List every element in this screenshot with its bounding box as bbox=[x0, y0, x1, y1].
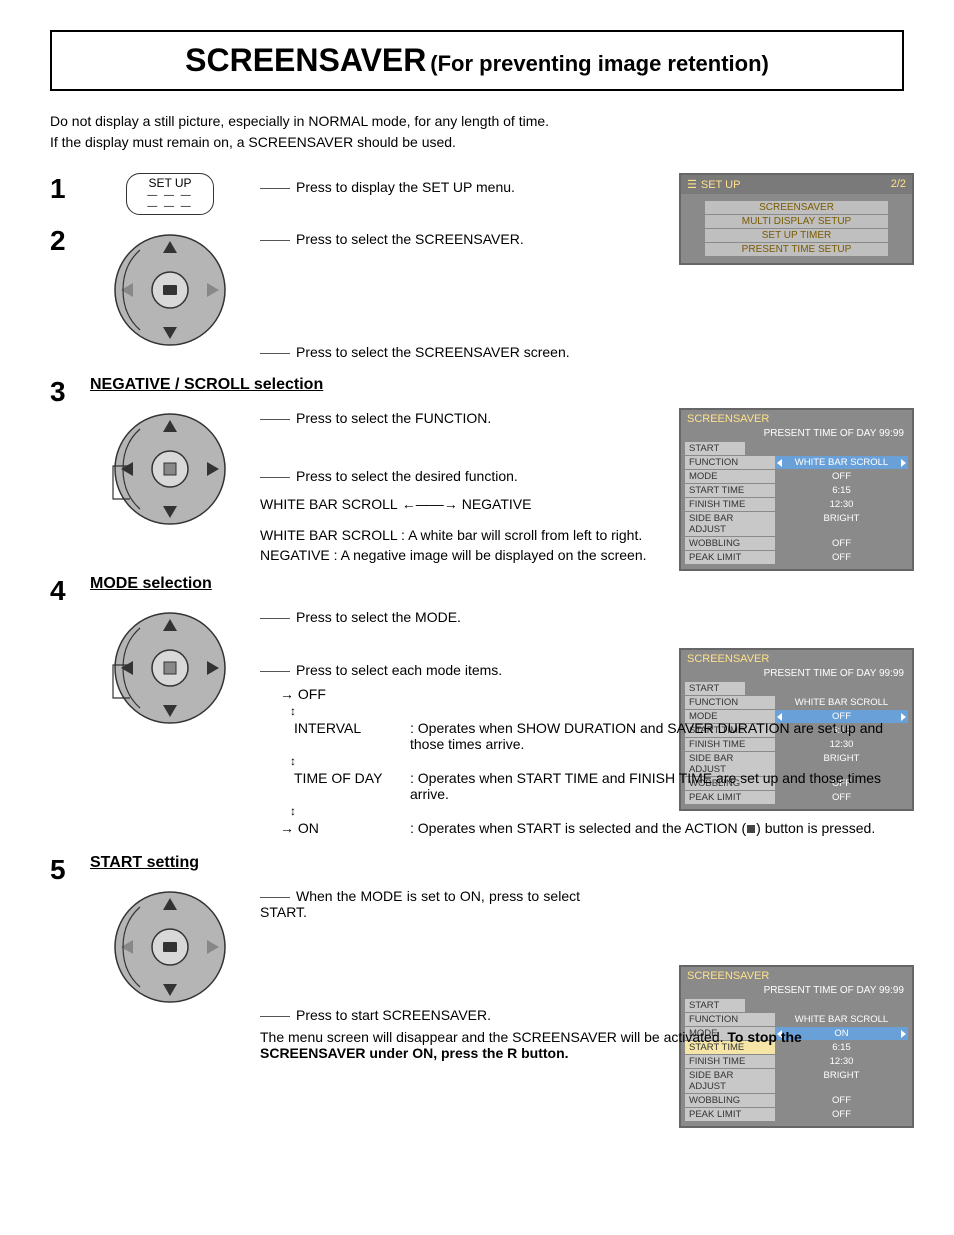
mode-opt-interval: INTERVAL bbox=[294, 720, 361, 736]
setup-button-figure: SET UP — — —— — — bbox=[90, 173, 250, 215]
dpad-icon bbox=[105, 404, 235, 534]
step-number: 2 bbox=[50, 225, 90, 366]
step5-instruction-a: When the MODE is set to ON, press to sel… bbox=[260, 888, 580, 920]
step5-title: START setting bbox=[90, 854, 904, 872]
step-number: 5 bbox=[50, 854, 90, 1067]
mode-desc-tod: : Operates when START TIME and FINISH TI… bbox=[410, 770, 904, 802]
step-5: 5 START setting Whe bbox=[50, 854, 904, 1067]
osd-row-label: WOBBLING bbox=[685, 1094, 775, 1107]
mode-opt-on: ON bbox=[298, 820, 319, 836]
mode-desc-interval: : Operates when SHOW DURATION and SAVER … bbox=[410, 720, 904, 752]
step5-instruction-b: Press to start SCREENSAVER. bbox=[260, 1007, 904, 1023]
step5-instruction-c: The menu screen will disappear and the S… bbox=[260, 1029, 904, 1061]
step4-title: MODE selection bbox=[90, 575, 904, 593]
dpad-figure bbox=[90, 603, 250, 733]
range-right: NEGATIVE bbox=[462, 496, 532, 512]
page-title-main: SCREENSAVER bbox=[185, 42, 426, 78]
step3-range: WHITE BAR SCROLL ←——→ NEGATIVE bbox=[260, 496, 531, 512]
page-title-box: SCREENSAVER (For preventing image retent… bbox=[50, 30, 904, 91]
dpad-icon bbox=[105, 225, 235, 355]
range-left: WHITE BAR SCROLL bbox=[260, 496, 398, 512]
step3-title: NEGATIVE / SCROLL selection bbox=[90, 376, 904, 394]
step-4: 4 MODE selection bbox=[50, 575, 904, 844]
step-number: 3 bbox=[50, 376, 90, 565]
step4-instruction-a: Press to select the MODE. bbox=[260, 609, 904, 625]
step2-instruction-a: Press to select the SCREENSAVER. bbox=[260, 231, 904, 247]
osd-row-value: OFF bbox=[775, 1094, 908, 1107]
intro-line2: If the display must remain on, a SCREENS… bbox=[50, 132, 904, 153]
double-arrow-icon: ←——→ bbox=[402, 496, 458, 512]
dpad-figure bbox=[90, 225, 250, 355]
step-number: 4 bbox=[50, 575, 90, 844]
desc-wbs: WHITE BAR SCROLL : A white bar will scro… bbox=[260, 526, 904, 546]
osd-row-label: SIDE BAR ADJUST bbox=[685, 1069, 775, 1093]
setup-button-icon: SET UP — — —— — — bbox=[126, 173, 214, 215]
osd-row-value: BRIGHT bbox=[775, 1069, 908, 1093]
setup-button-label: SET UP bbox=[147, 176, 193, 190]
osd-row-label: PEAK LIMIT bbox=[685, 1108, 775, 1121]
step3-instruction-a: Press to select the FUNCTION. bbox=[260, 410, 904, 426]
page-title-sub: (For preventing image retention) bbox=[430, 51, 769, 76]
stop-square-icon bbox=[747, 825, 755, 833]
step-2: 2 Press to select the SCR bbox=[50, 225, 904, 366]
step2-instruction-b: Press to select the SCREENSAVER screen. bbox=[260, 344, 904, 360]
mode-opt-tod: TIME OF DAY bbox=[294, 770, 382, 786]
desc-neg: NEGATIVE : A negative image will be disp… bbox=[260, 546, 904, 566]
step3-descriptions: WHITE BAR SCROLL : A white bar will scro… bbox=[260, 526, 904, 565]
dpad-icon bbox=[105, 603, 235, 733]
updown-icon: ↕ bbox=[290, 754, 904, 768]
updown-icon: ↕ bbox=[290, 804, 904, 818]
mode-cycle-diagram: → OFF ↕ INTERVAL : Operates when SHOW DU… bbox=[280, 686, 904, 836]
step-number: 1 bbox=[50, 173, 90, 215]
step-3: 3 NEGATIVE / SCROLL selection bbox=[50, 376, 904, 565]
intro-line1: Do not display a still picture, especial… bbox=[50, 111, 904, 132]
dpad-icon bbox=[105, 882, 235, 1012]
osd-row-value: OFF bbox=[775, 1108, 908, 1121]
mode-opt-off: OFF bbox=[298, 686, 326, 702]
step4-instruction-b: Press to select each mode items. bbox=[260, 662, 904, 678]
step-1: 1 SET UP — — —— — — Press to display the… bbox=[50, 173, 904, 215]
dpad-figure bbox=[90, 882, 250, 1012]
step1-instruction: Press to display the SET UP menu. bbox=[260, 179, 904, 195]
step3-instruction-b: Press to select the desired function. bbox=[260, 468, 904, 484]
mode-desc-on: : Operates when START is selected and th… bbox=[410, 820, 904, 836]
dpad-figure bbox=[90, 404, 250, 534]
updown-icon: ↕ bbox=[290, 704, 904, 718]
intro-text: Do not display a still picture, especial… bbox=[50, 111, 904, 153]
